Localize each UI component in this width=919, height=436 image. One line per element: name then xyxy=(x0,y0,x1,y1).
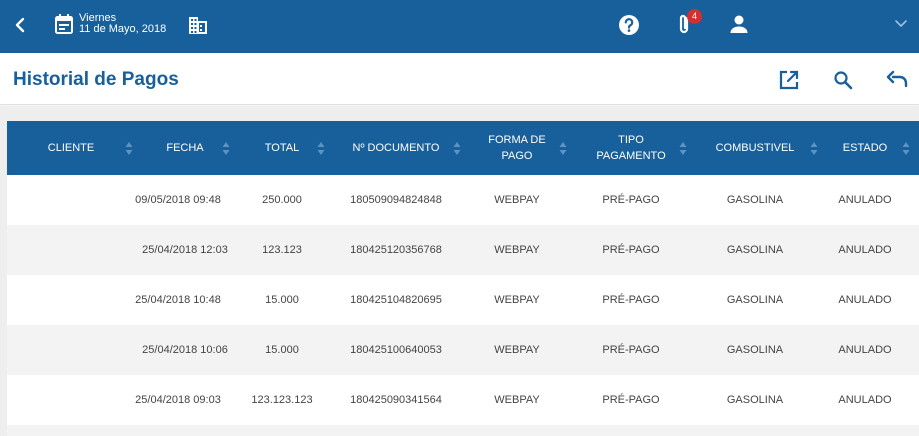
cell-combustivel: GASOLINA xyxy=(726,244,784,256)
user-icon[interactable] xyxy=(728,13,750,35)
table-row[interactable] xyxy=(7,425,919,436)
table-row[interactable]: 25/04/2018 12:03 123.123 180425120356768… xyxy=(7,225,919,275)
cell-cliente xyxy=(7,175,135,225)
cell-combustivel: GASOLINA xyxy=(726,194,784,206)
cell-fecha: 25/04/2018 10:48 xyxy=(135,294,221,306)
open-in-new-icon[interactable] xyxy=(778,69,800,91)
sort-icon[interactable] xyxy=(810,141,818,156)
chevron-down-icon[interactable] xyxy=(893,17,909,31)
cell-fecha: 25/04/2018 10:06 xyxy=(142,344,228,356)
sort-icon[interactable] xyxy=(222,141,230,156)
cell-cliente xyxy=(7,275,135,325)
sort-icon[interactable] xyxy=(317,141,325,156)
column-header-documento[interactable]: Nº DOCUMENTO xyxy=(329,121,463,175)
table-row[interactable]: 09/05/2018 09:48 250.000 180509094824848… xyxy=(7,175,919,225)
cell-tipo-pagamento: PRÉ-PAGO xyxy=(602,294,660,306)
cell-cliente xyxy=(7,325,135,375)
sort-icon[interactable] xyxy=(679,141,687,156)
sort-icon[interactable] xyxy=(453,141,461,156)
cell-forma-de-pago: WEBPAY xyxy=(494,394,540,406)
cell-total: 123.123.123 xyxy=(251,394,313,406)
sort-icon[interactable] xyxy=(559,141,567,156)
attachments-badge: 4 xyxy=(687,9,702,24)
cell-tipo-pagamento: PRÉ-PAGO xyxy=(602,344,660,356)
current-date: Viernes 11 de Mayo, 2018 xyxy=(79,13,166,35)
table-row[interactable]: 25/04/2018 10:48 15.000 180425104820695 … xyxy=(7,275,919,325)
cell-combustivel: GASOLINA xyxy=(726,294,784,306)
date-full: 11 de Mayo, 2018 xyxy=(79,23,167,35)
cell-fecha: 25/04/2018 12:03 xyxy=(142,244,228,256)
cell-estado: ANULADO xyxy=(838,294,892,306)
cell-forma-de-pago: WEBPAY xyxy=(494,244,540,256)
column-header-total[interactable]: TOTAL xyxy=(235,121,329,175)
cell-fecha: 25/04/2018 09:03 xyxy=(135,394,221,406)
cell-total: 250.000 xyxy=(262,194,302,206)
cell-forma-de-pago: WEBPAY xyxy=(494,194,540,206)
search-icon[interactable] xyxy=(832,69,854,91)
cell-estado: ANULADO xyxy=(838,194,892,206)
cell-documento: 180509094824848 xyxy=(350,194,442,206)
column-header-tipo-pagamento[interactable]: TIPO PAGAMENTO xyxy=(589,121,673,175)
column-header-forma-de-pago[interactable]: FORMA DE PAGO xyxy=(477,121,557,175)
column-header-combustivel[interactable]: COMBUSTIVEL xyxy=(695,121,815,175)
table-header: CLIENTE FECHA TOTAL Nº DOCUMENTO FORMA D… xyxy=(7,121,919,175)
cell-tipo-pagamento: PRÉ-PAGO xyxy=(602,194,660,206)
cell-cliente xyxy=(7,375,135,425)
table-row[interactable]: 25/04/2018 09:03 123.123.123 18042509034… xyxy=(7,375,919,425)
page-title: Historial de Pagos xyxy=(13,69,179,90)
cell-total: 123.123 xyxy=(262,244,302,256)
column-header-cliente[interactable]: CLIENTE xyxy=(7,121,135,175)
cell-documento: 180425090341564 xyxy=(350,394,442,406)
cell-tipo-pagamento: PRÉ-PAGO xyxy=(602,244,660,256)
cell-documento: 180425100640053 xyxy=(350,344,442,356)
cell-estado: ANULADO xyxy=(838,344,892,356)
cell-documento: 180425104820695 xyxy=(350,294,442,306)
cell-cliente xyxy=(7,225,135,275)
cell-combustivel: GASOLINA xyxy=(726,394,784,406)
cell-fecha: 09/05/2018 09:48 xyxy=(135,194,221,206)
top-app-bar: Viernes 11 de Mayo, 2018 4 xyxy=(0,0,919,53)
cell-total: 15.000 xyxy=(265,294,299,306)
cell-estado: ANULADO xyxy=(838,244,892,256)
table-row[interactable]: 25/04/2018 10:06 15.000 180425100640053 … xyxy=(7,325,919,375)
cell-combustivel: GASOLINA xyxy=(726,344,784,356)
page-header: Historial de Pagos xyxy=(0,53,919,105)
column-header-estado[interactable]: ESTADO xyxy=(825,121,905,175)
payments-table: CLIENTE FECHA TOTAL Nº DOCUMENTO FORMA D… xyxy=(7,121,919,436)
sort-icon[interactable] xyxy=(902,141,910,156)
cell-documento: 180425120356768 xyxy=(350,244,442,256)
back-arrow-icon[interactable] xyxy=(12,14,30,36)
cell-estado: ANULADO xyxy=(838,394,892,406)
cell-forma-de-pago: WEBPAY xyxy=(494,344,540,356)
cell-tipo-pagamento: PRÉ-PAGO xyxy=(602,394,660,406)
cell-total: 15.000 xyxy=(265,344,299,356)
help-icon[interactable] xyxy=(618,14,640,36)
column-header-fecha[interactable]: FECHA xyxy=(135,121,235,175)
sort-icon[interactable] xyxy=(125,141,133,156)
cell-forma-de-pago: WEBPAY xyxy=(494,294,540,306)
building-icon[interactable] xyxy=(187,14,209,36)
undo-icon[interactable] xyxy=(886,69,908,91)
calendar-icon xyxy=(55,14,73,34)
